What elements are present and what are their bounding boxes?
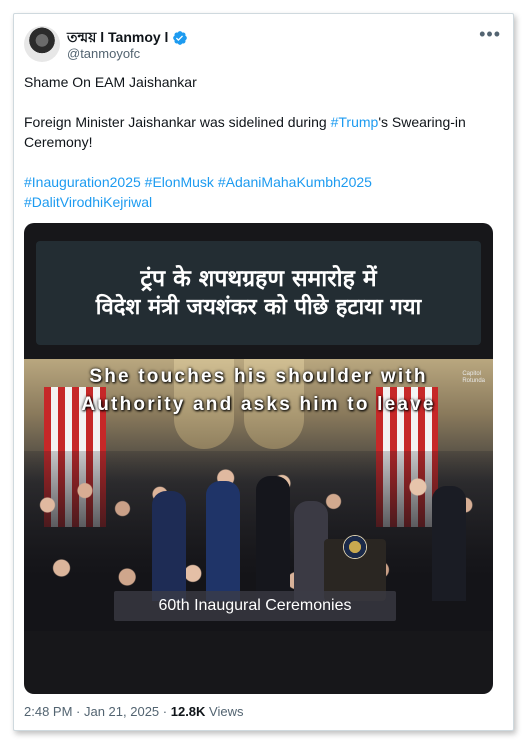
- person-figure: [294, 501, 328, 601]
- hashtag-row: #Inauguration2025 #ElonMusk #AdaniMahaKu…: [24, 172, 494, 192]
- more-options-icon[interactable]: •••: [479, 24, 501, 45]
- video-caption-overlay: She touches his shoulder with Authority …: [24, 363, 493, 419]
- hindi-headline-banner: ट्रंप के शपथग्रहण समारोह में विदेश मंत्र…: [36, 241, 481, 345]
- hindi-headline-line-1: ट्रंप के शपथग्रहण समारोह में: [140, 265, 377, 292]
- hashtag-row: #DalitVirodhiKejriwal: [24, 192, 494, 212]
- person-figure: [432, 486, 466, 601]
- watermark-line-1: Capitol: [462, 371, 481, 377]
- meta-separator: ·: [72, 704, 84, 719]
- tweet-text-segment: Foreign Minister Jaishankar was sideline…: [24, 114, 331, 130]
- hindi-headline-line-2: विदेश मंत्री जयशंकर को पीछे हटाया गया: [95, 294, 422, 320]
- views-label: Views: [205, 704, 244, 719]
- person-figure: [206, 481, 240, 601]
- avatar[interactable]: [24, 26, 60, 62]
- broadcast-watermark: Capitol Rotunda: [462, 371, 485, 385]
- hashtag-link-trump[interactable]: #Trump: [331, 114, 379, 130]
- presidential-seal: [343, 535, 367, 559]
- tweet-text-line-1: Shame On EAM Jaishankar: [24, 74, 197, 90]
- views-count[interactable]: 12.8K: [171, 704, 206, 719]
- hashtag-link[interactable]: #Inauguration2025: [24, 174, 141, 190]
- hashtag-link[interactable]: #DalitVirodhiKejriwal: [24, 194, 152, 210]
- person-figure: [152, 491, 186, 601]
- hashtag-link[interactable]: #ElonMusk: [145, 174, 214, 190]
- tweet-time[interactable]: 2:48 PM: [24, 704, 72, 719]
- author-handle[interactable]: @tanmoyofc: [67, 46, 140, 61]
- tweet-media-video[interactable]: ट्रंप के शपथग्रहण समारोह में विदेश मंत्र…: [24, 223, 493, 694]
- hashtag-link[interactable]: #AdaniMahaKumbh2025: [218, 174, 372, 190]
- inauguration-video-frame: She touches his shoulder with Authority …: [24, 359, 493, 631]
- tweet-card: তন্ময় l Tanmoy l @tanmoyofc ••• Shame O…: [13, 13, 514, 731]
- watermark-line-2: Rotunda: [462, 378, 485, 384]
- tweet-text-line-2: Foreign Minister Jaishankar was sideline…: [24, 112, 494, 152]
- person-figure: [256, 476, 290, 601]
- meta-separator: ·: [159, 704, 171, 719]
- video-caption-line-2: Authority and asks him to leave: [81, 394, 436, 415]
- tweet-metadata: 2:48 PM · Jan 21, 2025 · 12.8K Views: [24, 704, 244, 719]
- verified-badge-icon: [173, 31, 188, 45]
- lower-third-caption: 60th Inaugural Ceremonies: [114, 591, 396, 621]
- video-caption-line-1: She touches his shoulder with: [89, 366, 428, 387]
- tweet-date[interactable]: Jan 21, 2025: [84, 704, 159, 719]
